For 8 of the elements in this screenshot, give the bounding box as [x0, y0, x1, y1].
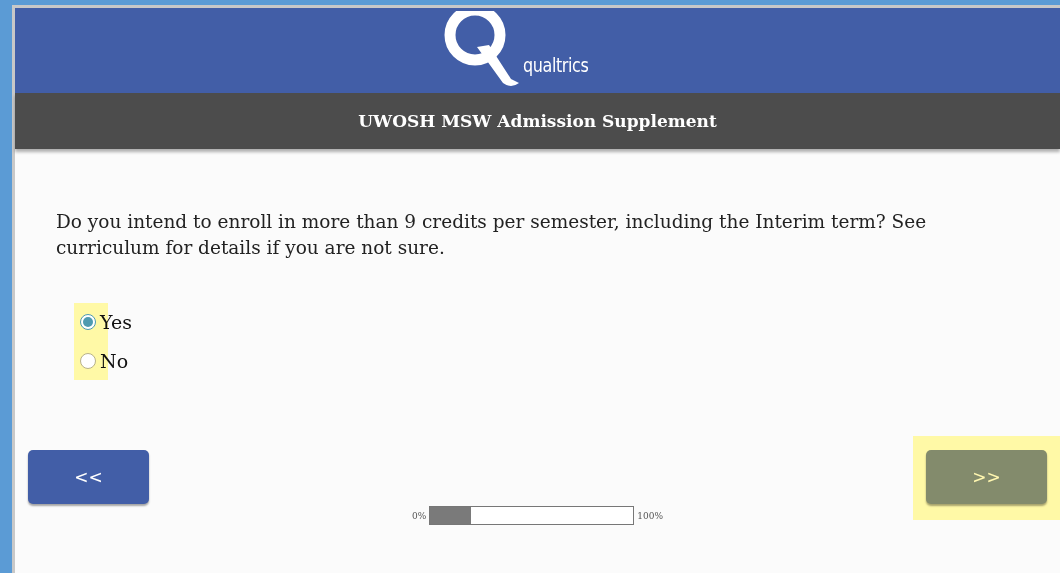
logo-text: qualtrics [522, 53, 588, 79]
back-button[interactable]: << [28, 450, 149, 504]
question-text: Do you intend to enroll in more than 9 credits per semester, including the Interim term? See curriculum for details if you are not sure. [56, 210, 928, 260]
survey-title: UWOSH MSW Admission Supplement [15, 93, 1060, 149]
progress-end-label: 100% [637, 510, 663, 521]
progress-start-label: 0% [412, 510, 427, 521]
radio-option[interactable]: Yes [80, 311, 132, 333]
radio-option[interactable]: No [80, 350, 132, 372]
